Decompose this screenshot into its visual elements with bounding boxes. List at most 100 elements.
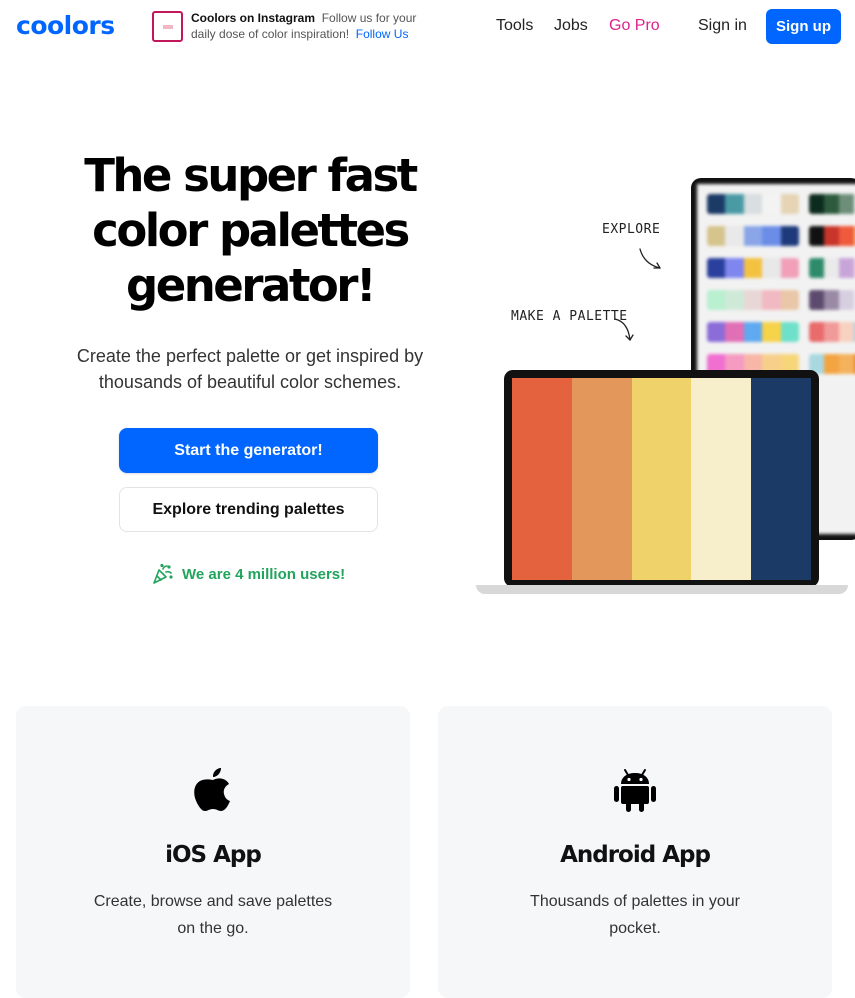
tablet-palette-row [809, 258, 855, 278]
tablet-palette-row [707, 322, 799, 342]
tablet-palette-swatch [780, 226, 799, 246]
tablet-palette-row [707, 258, 799, 278]
ios-app-description-line: Create, browse and save palettes [93, 893, 333, 910]
nav-go-pro[interactable]: Go Pro [609, 17, 660, 35]
tablet-palette-row [707, 290, 799, 310]
party-popper-icon [153, 563, 173, 584]
tablet-palette-swatch [839, 226, 854, 246]
promo-title: Coolors on Instagram [191, 11, 316, 25]
tablet-palette-swatch [743, 258, 763, 278]
tablet-palette-swatch [824, 322, 839, 342]
promo-follow-link[interactable]: Follow Us [356, 27, 409, 41]
laptop-palette [512, 378, 811, 580]
coolors-logo[interactable]: coolors [16, 11, 115, 40]
hero-subtitle-line: thousands of beautiful color schemes. [98, 372, 402, 392]
explore-label: EXPLORE [602, 222, 661, 237]
hero-title: The super fast color palettes generator! [40, 148, 460, 313]
tablet-palette-row [809, 226, 855, 246]
tablet-palette-swatch [743, 290, 763, 310]
hero-title-line: generator! [126, 259, 377, 312]
hero-subtitle: Create the perfect palette or get inspir… [40, 343, 460, 395]
sign-up-button[interactable]: Sign up [766, 9, 841, 44]
tablet-palette-swatch [780, 290, 799, 310]
tablet-palette-swatch [743, 194, 763, 214]
tablet-palette-row [707, 194, 799, 214]
tablet-palette-swatch [725, 226, 744, 246]
instagram-promo[interactable]: Coolors on Instagram Follow us for your … [152, 10, 442, 44]
tablet-palette-swatch [809, 290, 824, 310]
start-generator-button[interactable]: Start the generator! [119, 428, 378, 473]
laptop-mockup [504, 370, 819, 587]
laptop-base [476, 585, 848, 594]
ios-app-description: Create, browse and save palettes on the … [78, 888, 348, 942]
tablet-palette-swatch [824, 194, 839, 214]
tablet-palette-row [809, 322, 855, 342]
tablet-palette-swatch [809, 226, 824, 246]
tablet-palette-swatch [725, 322, 744, 342]
promo-text-block: Coolors on Instagram Follow us for your … [191, 10, 441, 42]
tablet-palette-swatch [780, 322, 799, 342]
tablet-palette-swatch [725, 290, 744, 310]
users-count-text: We are 4 million users! [182, 566, 346, 583]
tablet-palette-swatch [824, 290, 839, 310]
android-icon [614, 769, 656, 812]
tablet-palette-swatch [809, 194, 824, 214]
tablet-palette-swatch [707, 258, 726, 278]
tablet-palette-row [809, 354, 855, 374]
tablet-palette-swatch [743, 226, 763, 246]
tablet-palette-swatch [780, 258, 799, 278]
android-app-description-line: Thousands of palettes in your [530, 893, 740, 910]
make-palette-label: MAKE A PALETTE [511, 309, 628, 324]
tablet-palette-swatch [762, 258, 781, 278]
tablet-palette-swatch [839, 258, 854, 278]
hero-subtitle-line: Create the perfect palette or get inspir… [76, 346, 424, 366]
tablet-palette-swatch [809, 258, 824, 278]
explore-trending-button[interactable]: Explore trending palettes [119, 487, 378, 532]
apple-icon [194, 768, 230, 811]
tablet-palette-row [707, 226, 799, 246]
android-app-description-line: pocket. [609, 920, 661, 937]
tablet-palette-swatch [839, 354, 854, 374]
android-app-card[interactable]: Android App Thousands of palettes in you… [438, 706, 832, 998]
explore-arrow-icon [639, 248, 661, 269]
hero-title-line: The super fast [84, 149, 418, 202]
ios-app-description-line: on the go. [177, 920, 249, 937]
tablet-palette-swatch [707, 290, 726, 310]
palette-color-stripe [691, 378, 752, 580]
make-palette-arrow-icon [614, 318, 634, 341]
palette-color-stripe [512, 378, 572, 580]
tablet-palette-swatch [839, 290, 854, 310]
tablet-palette-swatch [839, 322, 854, 342]
tablet-palette-row [809, 194, 855, 214]
android-app-title: Android App [560, 842, 711, 868]
tablet-palette-swatch [762, 226, 781, 246]
hero-illustration: EXPLORE MAKE A PALETTE [470, 170, 855, 600]
tablet-palette-swatch [809, 322, 824, 342]
tablet-palette-swatch [707, 226, 726, 246]
android-app-description: Thousands of palettes in your pocket. [500, 888, 770, 942]
tablet-palette-swatch [762, 322, 781, 342]
tablet-palette-swatch [725, 258, 744, 278]
tablet-palette-swatch [707, 194, 726, 214]
tablet-palette-swatch [725, 194, 744, 214]
tablet-palette-swatch [824, 258, 839, 278]
hero-title-line: color palettes [92, 204, 410, 257]
ios-app-title: iOS App [165, 842, 262, 868]
palette-color-stripe [571, 378, 632, 580]
tablet-palette-swatch [762, 290, 781, 310]
palette-color-stripe [631, 378, 692, 580]
sign-in-link[interactable]: Sign in [698, 17, 747, 35]
tablet-palette-swatch [762, 194, 781, 214]
nav-jobs[interactable]: Jobs [554, 17, 588, 35]
site-header: coolors Coolors on Instagram Follow us f… [0, 0, 855, 54]
tablet-palette-swatch [707, 322, 726, 342]
tablet-palette-swatch [780, 194, 799, 214]
instagram-thumbnail-icon [152, 11, 183, 42]
tablet-palette-swatch [839, 194, 854, 214]
tablet-palette-swatch [824, 354, 839, 374]
ios-app-card[interactable]: iOS App Create, browse and save palettes… [16, 706, 410, 998]
tablet-palette-row [809, 290, 855, 310]
tablet-palette-swatch [824, 226, 839, 246]
nav-tools[interactable]: Tools [496, 17, 533, 35]
tablet-palette-swatch [743, 322, 763, 342]
